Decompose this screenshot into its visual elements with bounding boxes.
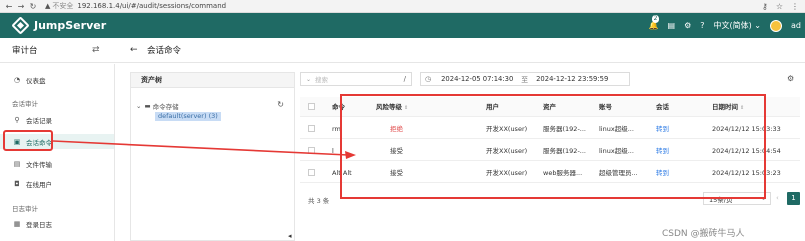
sub-header: 审计台 ⇄ ← 会话命令 (0, 38, 805, 63)
security-label: 不安全 (52, 2, 74, 10)
star-icon[interactable]: ☆ (776, 2, 783, 11)
reload-icon[interactable]: ↻ (27, 0, 39, 12)
chevron-down-icon[interactable]: ⌄ (136, 102, 141, 110)
file-icon: ▤ (13, 159, 21, 168)
collapse-sidebar-icon[interactable]: ⇄ (92, 45, 100, 55)
total-count: 共 3 条 (308, 197, 330, 205)
message-icon[interactable]: ▤ (668, 21, 676, 30)
clock-icon: ◷ (425, 75, 432, 83)
jumpserver-logo-icon (11, 16, 30, 35)
annotation-box-table (340, 94, 766, 199)
sidebar-group-log: 日志审计 (12, 205, 38, 213)
sidebar-group-session: 会话审计 (12, 100, 38, 108)
language-selector[interactable]: 中文(简体) ⌄ (714, 20, 762, 31)
row-checkbox[interactable] (308, 125, 315, 132)
date-range-picker[interactable]: ◷ 2024-12-05 07:14:30 至 2024-12-12 23:59… (420, 72, 630, 86)
asset-tree-title: 资产树 (131, 73, 294, 88)
page-title: 会话命令 (147, 46, 182, 56)
login-icon: ▦ (13, 219, 21, 228)
app-header: JumpServer 🔔 2 ▤ ⚙ ? 中文(简体) ⌄ ad (0, 13, 805, 38)
row-checkbox[interactable] (308, 147, 315, 154)
notification-bell[interactable]: 🔔 2 (649, 15, 660, 30)
warning-icon: ▲ (45, 2, 51, 10)
menu-dots-icon[interactable]: ⋮ (791, 2, 799, 11)
chevron-down-icon: ⌄ (306, 75, 312, 83)
watermark: CSDN @搬砖牛马人 (662, 229, 745, 239)
current-page-button[interactable]: 1 (787, 192, 800, 205)
select-all-checkbox[interactable] (308, 103, 315, 110)
back-arrow-icon[interactable]: ← (3, 0, 15, 12)
help-icon[interactable]: ? (700, 21, 704, 30)
start-date[interactable]: 2024-12-05 07:14:30 (441, 75, 513, 83)
user-label[interactable]: ad (791, 21, 801, 30)
sidebar-item-dashboard[interactable]: ◔ 仪表盘 (0, 72, 114, 87)
tree-node-default-server[interactable]: default(server) (3) (155, 112, 221, 121)
end-date[interactable]: 2024-12-12 23:59:59 (536, 75, 608, 83)
sidebar-item-login-log[interactable]: ▦ 登录日志 (0, 216, 114, 231)
panel-collapse-handle[interactable]: ◂ (288, 232, 292, 240)
sidebar: ◔ 仪表盘 会话审计 ⚲ 会话记录 ▣ 会话命令 ▤ 文件传输 ◘ 在线用户 日… (0, 64, 115, 241)
sidebar-item-session-records[interactable]: ⚲ 会话记录 (0, 112, 114, 127)
row-checkbox[interactable] (308, 169, 315, 176)
tree-node-command-storage[interactable]: ⌄ ▬ 命令存储 (136, 101, 179, 111)
folder-icon: ▬ (144, 102, 151, 110)
browser-toolbar: ← → ↻ ▲ 不安全 192.168.1.4/ui/#/audit/sessi… (0, 0, 805, 13)
address-bar[interactable]: ▲ 不安全 192.168.1.4/ui/#/audit/sessions/co… (45, 1, 226, 12)
prev-page-icon[interactable]: ‹ (776, 194, 779, 202)
sidebar-item-online-users[interactable]: ◘ 在线用户 (0, 176, 114, 191)
search-input[interactable]: ⌄ 搜索 / (300, 72, 412, 86)
annotation-box-sidebar (3, 130, 53, 151)
url-text[interactable]: 192.168.1.4/ui/#/audit/sessions/command (77, 2, 226, 10)
key-icon[interactable]: ⚷ (762, 2, 768, 11)
search-slash-icon: / (403, 75, 406, 83)
asset-tree-panel: 资产树 ⌄ ▬ 命令存储 default(server) (3) ↻ (130, 72, 295, 241)
settings-icon[interactable]: ⚙ (684, 21, 691, 30)
cell-command[interactable]: l (332, 141, 334, 161)
app-name: JumpServer (34, 19, 107, 32)
user-icon: ◘ (14, 179, 20, 188)
date-separator: 至 (521, 76, 529, 84)
sidebar-item-file-transfer[interactable]: ▤ 文件传输 (0, 156, 114, 171)
table-settings-icon[interactable]: ⚙ (787, 74, 794, 83)
forward-arrow-icon[interactable]: → (15, 0, 27, 12)
dashboard-icon: ◔ (13, 75, 21, 84)
console-title: 审计台 (12, 46, 38, 56)
logo[interactable]: JumpServer (11, 16, 107, 35)
refresh-icon[interactable]: ↻ (277, 100, 284, 109)
avatar[interactable] (770, 19, 783, 32)
back-icon[interactable]: ← (130, 45, 138, 55)
link-icon: ⚲ (14, 115, 20, 124)
